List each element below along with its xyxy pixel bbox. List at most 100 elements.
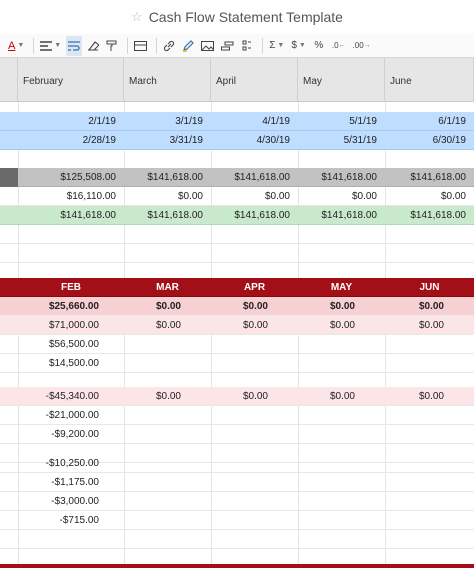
insert-link-button[interactable] (161, 36, 177, 56)
cell[interactable]: 2/1/19 (18, 112, 124, 131)
cell[interactable]: $0.00 (298, 297, 385, 316)
increase-decimals-button[interactable]: .00 → (351, 36, 373, 56)
favorite-star-icon[interactable]: ☆ (131, 9, 143, 25)
wrap-text-icon (68, 40, 81, 51)
column-header-row: February March April May June (0, 58, 474, 102)
cell[interactable]: 5/1/19 (298, 112, 385, 131)
cell[interactable]: $141,618.00 (211, 168, 298, 187)
indent-icon (221, 41, 234, 50)
cell[interactable]: JUN (385, 278, 474, 297)
cell[interactable]: 3/31/19 (124, 131, 211, 150)
table-row: -$21,000.00 (0, 406, 474, 425)
link-icon (164, 40, 175, 51)
image-icon (201, 40, 215, 51)
cell[interactable]: $0.00 (211, 297, 298, 316)
column-header-april[interactable]: April (211, 58, 298, 102)
opening-balance-row: $125,508.00 $141,618.00 $141,618.00 $141… (0, 168, 474, 187)
column-header-march[interactable]: March (124, 58, 211, 102)
increase-decimals-icon: .00 (352, 41, 364, 50)
table-row: -$10,250.00 (0, 454, 474, 473)
cell[interactable]: -$45,340.00 (18, 387, 124, 406)
title-bar: ☆ Cash Flow Statement Template (0, 0, 474, 34)
closing-balance-row: $141,618.00 $141,618.00 $141,618.00 $141… (0, 206, 474, 225)
toolbar-divider (127, 37, 129, 54)
cell[interactable]: 3/1/19 (124, 112, 211, 131)
cell[interactable]: $141,618.00 (211, 206, 298, 225)
indent-button[interactable] (219, 36, 236, 56)
cell[interactable]: $141,618.00 (18, 206, 124, 225)
cell[interactable]: $56,500.00 (18, 335, 124, 354)
percent-button[interactable]: % (311, 36, 327, 56)
cell[interactable]: $141,618.00 (298, 168, 385, 187)
font-color-button[interactable]: A ▼ (6, 36, 26, 56)
align-left-icon (40, 40, 53, 51)
column-header-june[interactable]: June (385, 58, 474, 102)
cell[interactable]: 4/1/19 (211, 112, 298, 131)
sum-button[interactable]: Σ ▼ (267, 36, 286, 56)
cell[interactable]: $0.00 (124, 187, 211, 206)
cell[interactable]: 6/1/19 (385, 112, 474, 131)
cell[interactable]: $0.00 (211, 387, 298, 406)
decrease-decimals-icon: .0 (331, 41, 339, 50)
column-header-february[interactable]: February (18, 58, 124, 102)
toolbar-divider (156, 37, 158, 54)
cell[interactable]: FEB (18, 278, 124, 297)
cell[interactable]: $0.00 (298, 387, 385, 406)
cell[interactable]: $14,500.00 (18, 354, 124, 373)
cell[interactable]: -$9,200.00 (18, 425, 124, 444)
cell[interactable]: MAY (298, 278, 385, 297)
cell[interactable]: $141,618.00 (385, 206, 474, 225)
net-change-row: $16,110.00 $0.00 $0.00 $0.00 $0.00 (0, 187, 474, 206)
paint-roller-icon (106, 40, 117, 51)
sum-icon: Σ (269, 40, 276, 51)
outdent-button[interactable] (239, 36, 255, 56)
card-view-button[interactable] (132, 36, 149, 56)
column-header-may[interactable]: May (298, 58, 385, 102)
cell[interactable]: $141,618.00 (298, 206, 385, 225)
cell[interactable]: $16,110.00 (18, 187, 124, 206)
cell[interactable]: $141,618.00 (124, 206, 211, 225)
cell[interactable]: $0.00 (124, 316, 211, 335)
cell[interactable]: $0.00 (211, 187, 298, 206)
currency-icon: $ (291, 40, 297, 51)
cell[interactable]: $0.00 (385, 387, 474, 406)
paint-format-button[interactable] (104, 36, 120, 56)
cell[interactable]: -$10,250.00 (18, 454, 124, 473)
currency-button[interactable]: $ ▼ (289, 36, 308, 56)
table-row (0, 225, 474, 244)
cell[interactable]: $25,660.00 (18, 297, 124, 316)
cell[interactable]: 4/30/19 (211, 131, 298, 150)
cell[interactable]: APR (211, 278, 298, 297)
table-row (0, 530, 474, 549)
decrease-decimals-button[interactable]: .0 ← (330, 36, 348, 56)
insert-image-button[interactable] (199, 36, 216, 56)
cell[interactable]: $0.00 (298, 316, 385, 335)
align-button[interactable]: ▼ (38, 36, 63, 56)
cell[interactable]: $0.00 (211, 316, 298, 335)
cell[interactable]: $0.00 (385, 316, 474, 335)
cell[interactable]: MAR (124, 278, 211, 297)
cell[interactable]: -$3,000.00 (18, 492, 124, 511)
table-row: $14,500.00 (0, 354, 474, 373)
cell[interactable]: $0.00 (124, 297, 211, 316)
cell[interactable]: -$21,000.00 (18, 406, 124, 425)
percent-icon: % (314, 40, 324, 51)
cell[interactable]: 2/28/19 (18, 131, 124, 150)
cell[interactable]: $0.00 (298, 187, 385, 206)
cell[interactable]: $71,000.00 (18, 316, 124, 335)
cell[interactable]: $141,618.00 (385, 168, 474, 187)
cell[interactable]: 5/31/19 (298, 131, 385, 150)
cell[interactable]: -$715.00 (18, 511, 124, 530)
cell[interactable]: $0.00 (124, 387, 211, 406)
cell[interactable]: $0.00 (385, 187, 474, 206)
clear-format-button[interactable] (85, 36, 101, 56)
cell[interactable]: $0.00 (385, 297, 474, 316)
formatting-toolbar: A ▼ ▼ Σ ▼ $ ▼ % .0 ← .00 → (0, 34, 474, 58)
wrap-text-button[interactable] (66, 35, 83, 56)
cell[interactable]: $141,618.00 (124, 168, 211, 187)
document-title: Cash Flow Statement Template (148, 9, 343, 25)
highlight-button[interactable] (180, 36, 196, 56)
cell[interactable]: -$1,175.00 (18, 473, 124, 492)
cell[interactable]: 6/30/19 (385, 131, 474, 150)
cell[interactable]: $125,508.00 (18, 168, 124, 187)
